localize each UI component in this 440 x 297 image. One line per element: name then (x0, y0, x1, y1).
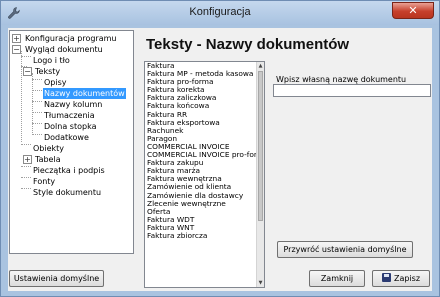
title-bar[interactable]: Konfiguracja ✕ (1, 1, 439, 25)
dialog-body: + Konfiguracja programu − Wygląd dokumen… (8, 28, 432, 291)
close-window-button[interactable]: ✕ (392, 2, 434, 19)
tree-item-label: Logo i tło (33, 56, 70, 65)
restore-defaults-button[interactable]: Przywróć ustawienia domyślne (277, 241, 413, 258)
list-item[interactable]: Faktura eksportowa (147, 119, 257, 127)
list-item[interactable]: Paragon (147, 135, 257, 143)
close-button[interactable]: Zamknij (309, 270, 365, 287)
custom-name-input[interactable] (273, 84, 431, 97)
settings-tree[interactable]: + Konfiguracja programu − Wygląd dokumen… (9, 30, 134, 254)
tree-item-label: Pieczątka i podpis (33, 166, 105, 175)
expand-icon[interactable]: + (23, 155, 32, 164)
scroll-down-icon[interactable]: ▼ (257, 279, 264, 287)
tree-item-label: Obiekty (33, 144, 65, 153)
collapse-icon[interactable]: − (12, 45, 21, 54)
list-item[interactable]: Zamówienie od klienta (147, 183, 257, 191)
page-title: Teksty - Nazwy dokumentów (146, 36, 350, 53)
list-item[interactable]: COMMERCIAL INVOICE (147, 143, 257, 151)
list-item[interactable]: Faktura pro-forma (147, 78, 257, 86)
tree-item-label: Dodatkowe (44, 133, 89, 142)
save-button[interactable]: Zapisz (372, 270, 430, 287)
list-item[interactable]: Faktura marża (147, 167, 257, 175)
list-item[interactable]: Faktura WDT (147, 216, 257, 224)
list-item[interactable]: Faktura zbiorcza (147, 232, 257, 240)
tree-item-label: Tabela (35, 155, 61, 164)
list-item[interactable]: Faktura zaliczkowa (147, 94, 257, 102)
list-item[interactable]: Faktura korekta (147, 86, 257, 94)
list-item[interactable]: Faktura wewnętrzna (147, 175, 257, 183)
list-item[interactable]: COMMERCIAL INVOICE pro-form (147, 151, 257, 159)
list-item[interactable]: Zlecenie wewnętrzne (147, 200, 257, 208)
tree-item-label: Wygląd dokumentu (25, 45, 103, 54)
expand-icon[interactable]: + (12, 34, 21, 43)
tree-item-label: Konfiguracja programu (25, 34, 117, 43)
list-item[interactable]: Faktura końcowa (147, 102, 257, 110)
tree-item-label: Opisy (44, 78, 67, 87)
list-item[interactable]: Faktura (147, 62, 257, 70)
list-item[interactable]: Rachunek (147, 127, 257, 135)
list-item[interactable]: Faktura zakupu (147, 159, 257, 167)
tree-item-label: Fonty (33, 177, 56, 186)
collapse-icon[interactable]: − (23, 67, 32, 76)
tree-item-label: Dolna stopka (44, 122, 97, 131)
tree-item-label: Teksty (35, 67, 61, 76)
config-window: Konfiguracja ✕ + Konfiguracja programu −… (0, 0, 440, 297)
floppy-disk-icon (381, 273, 391, 282)
list-item[interactable]: Faktura WNT (147, 224, 257, 232)
save-button-label: Zapisz (393, 274, 421, 283)
tree-item-label: Nazwy kolumn (44, 100, 103, 109)
scrollbar-thumb[interactable] (258, 71, 263, 221)
list-item[interactable]: Faktura MP - metoda kasowa (147, 70, 257, 78)
list-item[interactable]: Oferta (147, 208, 257, 216)
scroll-up-icon[interactable]: ▲ (257, 62, 264, 70)
tree-item-label-selected: Nazwy dokumentów (43, 88, 126, 99)
list-item[interactable]: Zamówienie dla dostawcy (147, 192, 257, 200)
list-scrollbar[interactable]: ▲ ▼ (256, 62, 264, 287)
list-item[interactable]: Faktura RR (147, 111, 257, 119)
default-settings-button[interactable]: Ustawienia domyślne (9, 270, 104, 287)
tree-item-label: Style dokumentu (33, 188, 102, 197)
custom-name-label: Wpisz własną nazwę dokumentu (276, 75, 407, 84)
tree-item-label: Tłumaczenia (44, 111, 95, 120)
window-title: Konfiguracja (189, 6, 251, 18)
document-names-list[interactable]: Faktura Faktura MP - metoda kasowa Faktu… (144, 61, 265, 288)
